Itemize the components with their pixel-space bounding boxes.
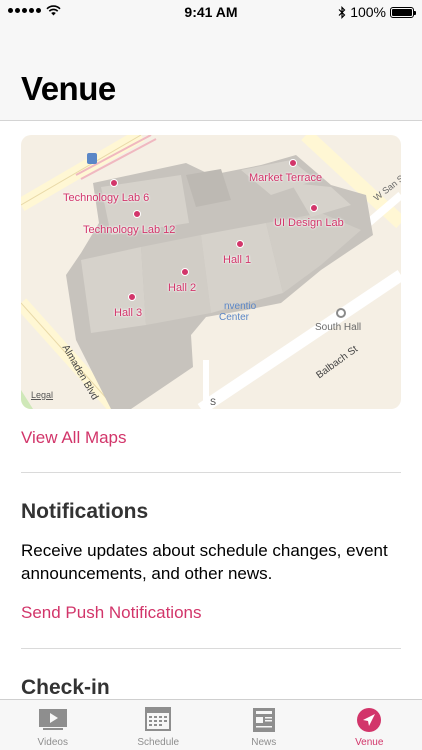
map-label-tech-lab-12[interactable]: Technology Lab 12 [83,224,175,236]
map-legal-link[interactable]: Legal [31,390,53,400]
map-label-hall-2[interactable]: Hall 2 [168,282,196,294]
battery-fill [392,8,412,16]
tab-label: Venue [355,737,384,748]
news-icon [252,708,275,732]
tab-label: Videos [37,737,68,748]
map-label-hall-3[interactable]: Hall 3 [114,307,142,319]
map-label-tech-lab-6[interactable]: Technology Lab 6 [63,192,149,204]
navigation-header: Venue [0,24,422,121]
tab-videos[interactable]: Videos [0,700,106,750]
view-all-maps-link[interactable]: View All Maps [21,428,127,448]
divider [21,472,401,473]
notifications-description: Receive updates about schedule changes, … [21,541,388,583]
map-poi-south-hall: South Hall [315,322,362,333]
tab-label: News [251,737,277,748]
map-label-ui-design-lab[interactable]: UI Design Lab [274,217,344,229]
map-street-convention: nventio [224,301,257,312]
notifications-title: Notifications [21,500,149,523]
venue-icon [357,708,382,732]
map-pin-hall-2[interactable] [181,268,189,276]
map-pin-hall-1[interactable] [236,240,244,248]
venue-map[interactable]: Technology Lab 6 Technology Lab 12 Marke… [21,135,401,409]
tab-label: Schedule [137,737,180,748]
map-pin-tech-lab-12[interactable] [133,210,141,218]
checkin-title: Check-in [21,676,110,699]
divider [21,648,401,649]
map-street-s: S [210,397,217,407]
map-pin-market-terrace[interactable] [289,159,297,167]
map-pin-tech-lab-6[interactable] [110,179,118,187]
tab-schedule[interactable]: Schedule [106,700,212,750]
bluetooth-icon [338,5,346,19]
videos-icon [38,709,67,730]
page-title: Venue [21,70,116,107]
map-street-center: Center [219,312,250,323]
battery-icon [390,6,416,18]
map-label-hall-1[interactable]: Hall 1 [223,254,251,266]
send-push-notifications-link[interactable]: Send Push Notifications [21,603,202,623]
map-pin-ui-design-lab[interactable] [310,204,318,212]
map-pin-hall-3[interactable] [128,293,136,301]
tab-venue[interactable]: Venue [317,700,422,750]
status-bar: 9:41 AM 100% [0,0,422,24]
status-right: 100% [338,4,416,20]
battery-percent: 100% [350,4,386,20]
schedule-icon [145,707,172,731]
map-label-market-terrace[interactable]: Market Terrace [249,172,322,184]
tab-bar: Videos Schedule News Venue [0,699,422,750]
tab-news[interactable]: News [211,700,317,750]
